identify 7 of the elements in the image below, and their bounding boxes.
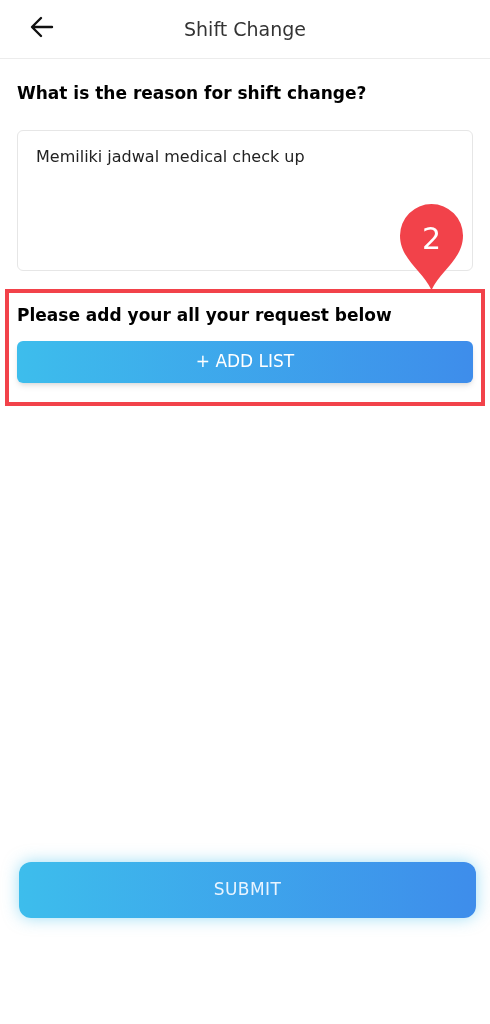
back-arrow-icon[interactable] — [30, 16, 54, 38]
request-label: Please add your all your request below — [17, 303, 393, 327]
annotation-number: 2 — [420, 220, 443, 258]
question-label: What is the reason for shift change? — [17, 82, 368, 105]
page-title: Shift Change — [184, 16, 306, 42]
add-list-button[interactable]: + ADD LIST — [17, 341, 473, 383]
submit-button[interactable]: SUBMIT — [19, 862, 476, 918]
